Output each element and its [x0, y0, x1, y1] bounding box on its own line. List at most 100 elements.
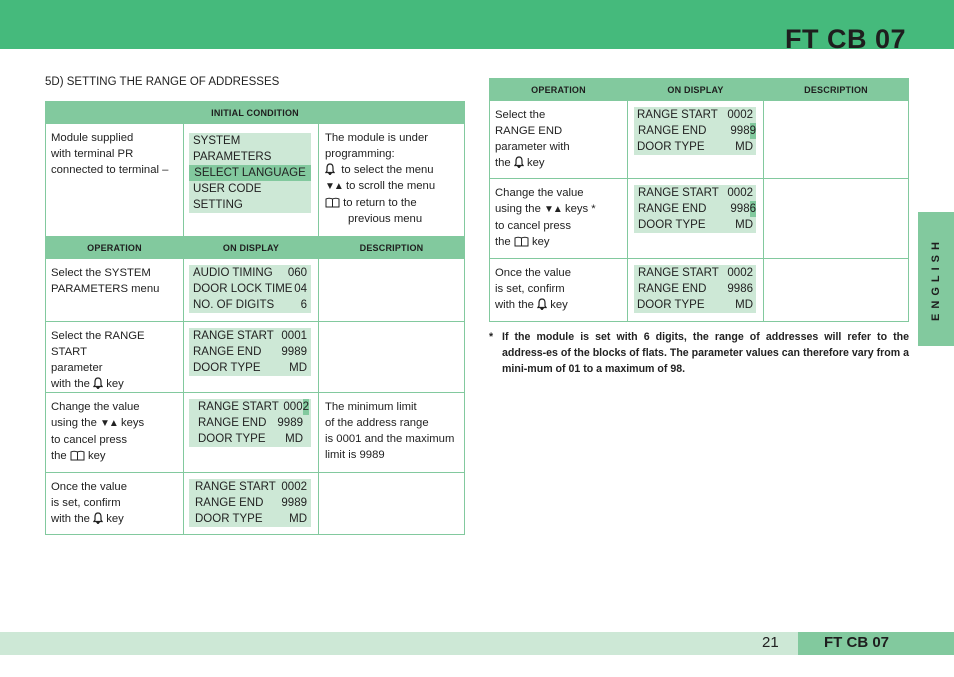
table-row: Once the value is set, confirm with the … [45, 472, 465, 535]
operation-cell: Once the value is set, confirm with the … [45, 472, 184, 535]
footnote-text: If the module is set with 6 digits, the … [502, 331, 909, 375]
footnote-marker: * [489, 331, 494, 343]
text-line: to return to the [325, 195, 458, 211]
text: key [88, 450, 106, 462]
text-line: is set, confirm [51, 497, 121, 509]
lcd-label: NO. OF DIGITS [193, 299, 275, 311]
lcd-value-digits: 998 [730, 203, 750, 215]
lcd-display: RANGE START 0002 RANGE END 9989 DOOR TYPE M… [189, 399, 311, 447]
text-line: The minimum limit [325, 401, 417, 413]
initial-display: SYSTEM PARAMETERS SELECT LANGUAGE USER C… [183, 123, 319, 237]
lcd-value: 9986 [727, 283, 753, 295]
book-key-icon [325, 197, 340, 208]
display-cell: RANGE START 0002 RANGE END 9986 DOOR TYPE M… [627, 178, 764, 259]
text: key [550, 299, 568, 311]
lcd-value: MD [285, 433, 303, 445]
column-header-row: OPERATION ON DISPLAY DESCRIPTION [489, 78, 909, 101]
lcd-label: DOOR TYPE [637, 299, 705, 311]
text-line: to select the menu [325, 162, 458, 178]
lcd-label: RANGE END [638, 283, 707, 295]
text: to select the menu [341, 164, 434, 176]
lcd-value: 060 [287, 267, 307, 279]
lcd-row: DOOR TYPE MD [189, 431, 311, 447]
lcd-menu-item: USER CODE SETTING [193, 183, 262, 211]
bell-key-icon [93, 512, 104, 524]
lcd-row: USER CODE SETTING [189, 181, 311, 213]
lcd-display: SYSTEM PARAMETERS SELECT LANGUAGE USER C… [189, 133, 311, 213]
table-row: Change the value using the ▼▲ keys * to … [489, 178, 909, 259]
display-cell: RANGE START 0002 RANGE END 9989 DOOR TYPE M… [183, 392, 319, 473]
down-up-arrow-keys-icon: ▼▲ [325, 181, 344, 192]
footnote: * If the module is set with 6 digits, th… [489, 329, 909, 377]
lcd-cursor-digit: 6 [749, 201, 756, 217]
lcd-value: 9989 [277, 417, 303, 429]
lcd-label: RANGE START [198, 401, 279, 413]
text-line: is 0001 and the maximum [325, 433, 455, 445]
footer-band [0, 632, 798, 655]
lcd-label: RANGE START [637, 109, 718, 121]
text: key [106, 513, 124, 525]
text: key [106, 378, 124, 390]
text-line: Change the value [495, 187, 584, 199]
lcd-display: RANGE START 0002 RANGE END 9986 DOOR TYPE M… [634, 265, 756, 313]
description-cell [318, 321, 465, 393]
text: the [495, 157, 511, 169]
text-line: ▼▲ to scroll the menu [325, 178, 458, 195]
text-line: parameter [51, 362, 103, 374]
lcd-row: RANGE END 9989 [189, 495, 311, 511]
lcd-value-digits: 000 [283, 401, 303, 413]
column-header-operation: OPERATION [489, 78, 628, 101]
table-row: Change the value using the ▼▲ keys to ca… [45, 392, 465, 473]
lcd-row: RANGE END 9986 [634, 201, 756, 217]
text-line: previous menu [348, 213, 423, 225]
text: the [495, 236, 511, 248]
lcd-row: AUDIO TIMING 060 [189, 265, 311, 281]
text-line: the key [495, 155, 622, 171]
lcd-label: DOOR TYPE [195, 513, 263, 525]
lcd-row: SYSTEM PARAMETERS [189, 133, 311, 165]
lcd-label: DOOR TYPE [193, 362, 261, 374]
language-label: ENGLISH [930, 237, 942, 321]
text: using the [51, 417, 97, 429]
text-line: programming: [325, 148, 395, 160]
right-procedure-table: OPERATION ON DISPLAY DESCRIPTION Select … [489, 78, 909, 322]
text: to scroll the menu [345, 180, 436, 192]
text-line: RANGE END [495, 125, 563, 137]
lcd-value: 9989 [281, 497, 307, 509]
lcd-row: DOOR TYPE MD [634, 217, 756, 233]
lcd-label: RANGE END [195, 497, 264, 509]
lcd-value-digits: 998 [730, 125, 750, 137]
text: to return to the [343, 197, 417, 209]
text-line: parameter with [495, 141, 570, 153]
display-cell: AUDIO TIMING 060 DOOR LOCK TIME 04 NO. OF … [183, 258, 319, 322]
initial-condition-label: INITIAL CONDITION [45, 101, 465, 124]
lcd-value: 04 [294, 283, 307, 295]
text-line: to cancel press [495, 220, 571, 232]
left-procedure-table: INITIAL CONDITION Module supplied with t… [45, 101, 465, 535]
lcd-row: RANGE START 0002 [634, 107, 756, 123]
description-cell [318, 258, 465, 322]
bell-key-icon [537, 298, 548, 310]
table-row: Select the SYSTEM PARAMETERS menu AUDIO … [45, 258, 465, 322]
language-tab: ENGLISH [918, 212, 954, 346]
text-line: with the key [51, 376, 178, 392]
lcd-row: RANGE START 0001 [189, 328, 311, 344]
lcd-label: RANGE END [198, 417, 267, 429]
column-header-row: OPERATION ON DISPLAY DESCRIPTION [45, 236, 465, 259]
lcd-row: RANGE START 0002 [189, 479, 311, 495]
lcd-display: RANGE START 0002 RANGE END 9986 DOOR TYPE M… [634, 185, 756, 233]
bell-key-icon [93, 377, 104, 389]
lcd-value: 0002 [727, 187, 753, 199]
header-title: FT CB 07 [784, 24, 906, 54]
lcd-label: DOOR TYPE [638, 219, 706, 231]
text-line: with the key [495, 297, 622, 313]
text: with the [51, 378, 90, 390]
display-cell: RANGE START 0002 RANGE END 9989 DOOR TYPE M… [627, 100, 764, 179]
description-cell: The minimum limit of the address range i… [318, 392, 465, 473]
text-line: PARAMETERS menu [51, 283, 160, 295]
lcd-label: RANGE START [195, 481, 276, 493]
text: with the [495, 299, 534, 311]
display-cell: RANGE START 0001 RANGE END 9989 DOOR TYPE M… [183, 321, 319, 393]
book-key-icon [514, 236, 529, 247]
lcd-value: MD [735, 141, 753, 153]
